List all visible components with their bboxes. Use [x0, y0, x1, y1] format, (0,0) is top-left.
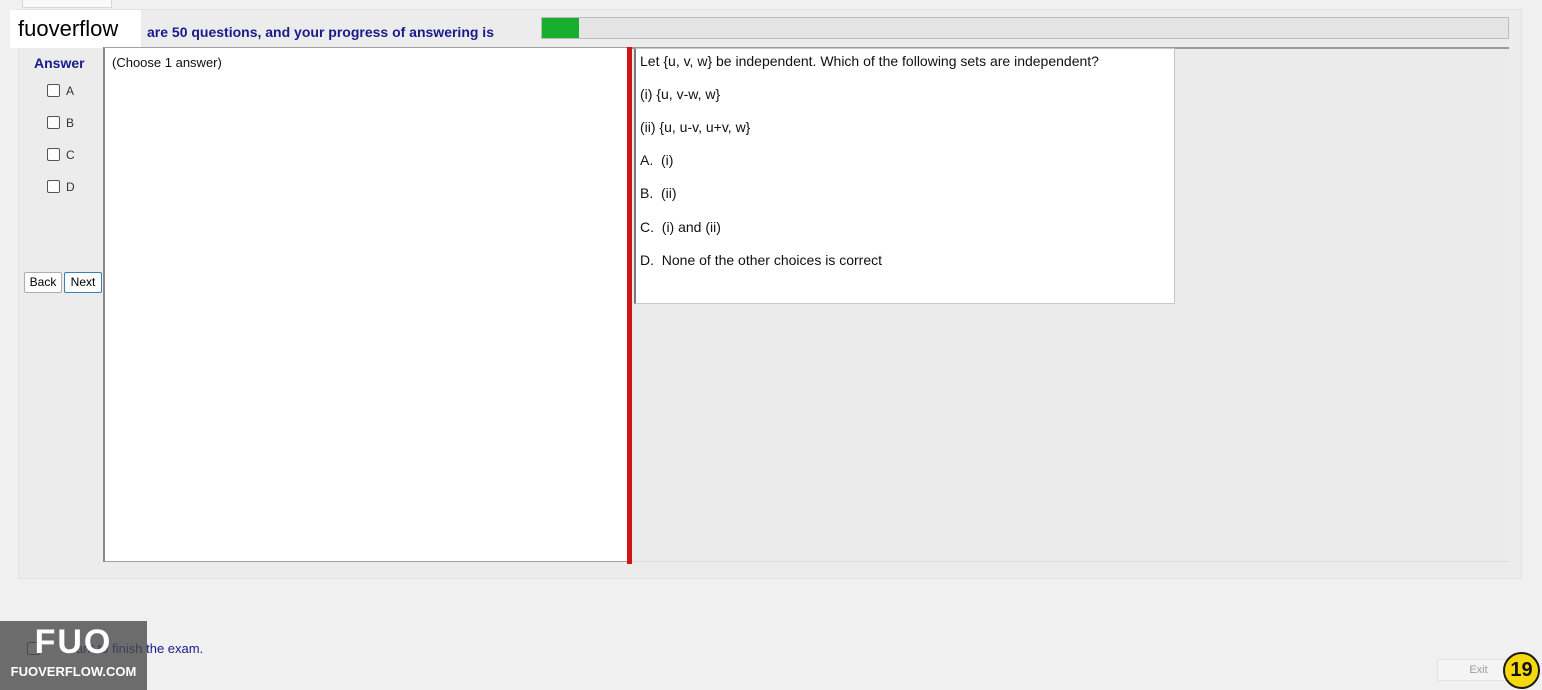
answer-option-label: D: [66, 179, 75, 194]
brand-label: fuoverflow: [10, 10, 141, 48]
site-logo: FUO FUOVERFLOW.COM: [0, 621, 147, 690]
checkbox-d[interactable]: [47, 180, 60, 194]
question-choice-d: D. None of the other choices is correct: [640, 252, 882, 268]
answer-option-label: C: [66, 147, 75, 162]
question-choice-c: C. (i) and (ii): [640, 219, 721, 235]
progress-bar: [541, 17, 1509, 39]
answer-option-b[interactable]: B: [47, 115, 74, 130]
back-button[interactable]: Back: [24, 272, 62, 293]
progress-bar-fill: [542, 18, 579, 38]
next-button[interactable]: Next: [64, 272, 102, 293]
logo-text: FUO: [34, 623, 113, 661]
choose-hint: (Choose 1 answer): [112, 55, 222, 70]
question-statement-ii: (ii) {u, u-v, u+v, w}: [640, 119, 751, 135]
checkbox-a[interactable]: [47, 84, 60, 98]
answer-title: Answer: [34, 55, 85, 71]
checkbox-c[interactable]: [47, 148, 60, 162]
answer-option-c[interactable]: C: [47, 147, 75, 162]
page-number-badge: 19: [1503, 652, 1540, 689]
checkbox-b[interactable]: [47, 116, 60, 130]
progress-text: are 50 questions, and your progress of a…: [147, 24, 494, 40]
top-tab: [22, 0, 112, 8]
question-box: Let {u, v, w} be independent. Which of t…: [634, 48, 1175, 304]
answer-option-label: A: [66, 83, 75, 98]
answer-option-d[interactable]: D: [47, 179, 75, 194]
question-statement-i: (i) {u, v-w, w}: [640, 86, 721, 102]
answer-text-panel[interactable]: (Choose 1 answer): [103, 47, 628, 562]
answer-option-a[interactable]: A: [47, 83, 74, 98]
question-choice-a: A. (i): [640, 152, 674, 168]
logo-site-name: FUOVERFLOW.COM: [10, 664, 137, 679]
question-choice-b: B. (ii): [640, 185, 677, 201]
answer-option-label: B: [66, 115, 75, 130]
question-stem: Let {u, v, w} be independent. Which of t…: [640, 53, 1099, 69]
